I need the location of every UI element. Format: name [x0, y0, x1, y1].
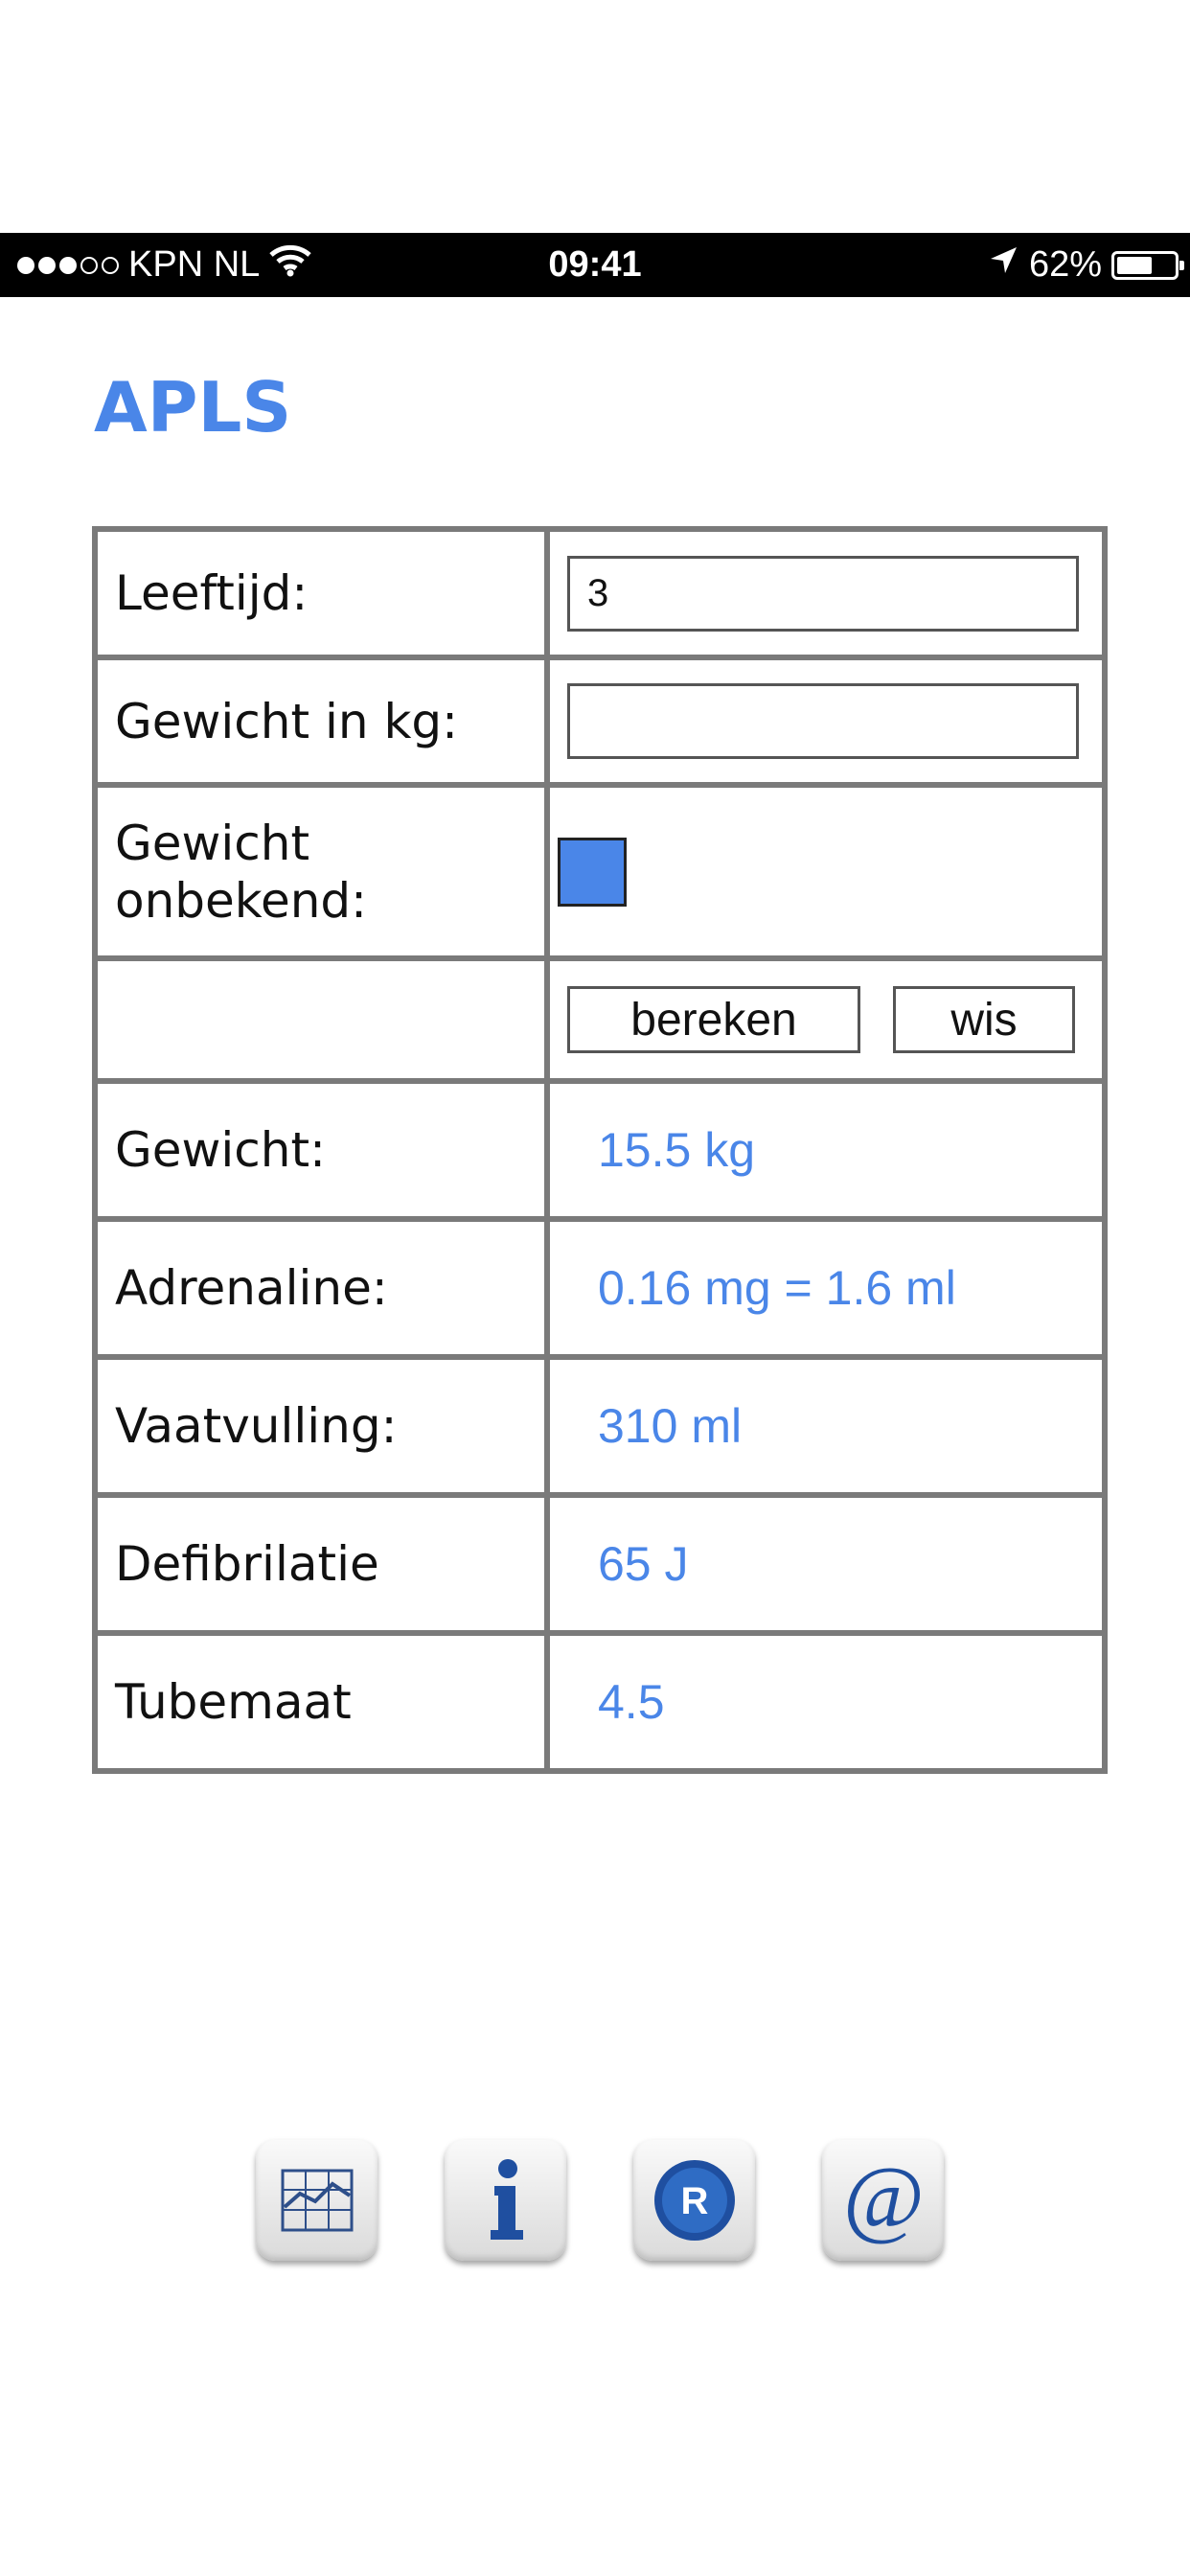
- weight-unknown-label: Gewicht onbekend:: [95, 785, 547, 958]
- table-row-weight: Gewicht in kg:: [95, 657, 1105, 785]
- table-row-actions: bereken wis: [95, 958, 1105, 1081]
- weight-input[interactable]: [567, 683, 1079, 759]
- battery-percentage: 62%: [1028, 244, 1102, 285]
- status-bar: KPN NL 09:41 62%: [0, 233, 1190, 297]
- result-row: Tubemaat 4.5: [95, 1633, 1105, 1771]
- result-row: Gewicht: 15.5 kg: [95, 1081, 1105, 1219]
- result-row: Vaatvulling: 310 ml: [95, 1357, 1105, 1495]
- weight-unknown-label-line1: Gewicht: [115, 815, 310, 871]
- table-row-age: Leeftijd: 3: [95, 529, 1105, 657]
- clear-button[interactable]: wis: [893, 986, 1075, 1053]
- result-defibrillation-label: Defibrilatie: [95, 1495, 547, 1633]
- result-weight-value: 15.5 kg: [547, 1081, 1105, 1219]
- result-row: Adrenaline: 0.16 mg = 1.6 ml: [95, 1219, 1105, 1357]
- bottom-icon-bar: R @: [256, 2139, 944, 2261]
- status-bar-right: 62%: [987, 233, 1184, 297]
- action-buttons: bereken wis: [567, 986, 1085, 1053]
- weight-label: Gewicht in kg:: [95, 657, 547, 785]
- chart-icon[interactable]: [256, 2139, 378, 2261]
- age-label: Leeftijd:: [95, 529, 547, 657]
- apls-form-table: Leeftijd: 3 Gewicht in kg: Gewicht onbek…: [92, 526, 1108, 1774]
- age-cell: 3: [547, 529, 1105, 657]
- table-row-weight-unknown: Gewicht onbekend:: [95, 785, 1105, 958]
- result-fluid-value: 310 ml: [547, 1357, 1105, 1495]
- location-arrow-icon: [987, 244, 1019, 287]
- result-row: Defibrilatie 65 J: [95, 1495, 1105, 1633]
- weight-cell: [547, 657, 1105, 785]
- actions-empty-cell: [95, 958, 547, 1081]
- result-tube-size-label: Tubemaat: [95, 1633, 547, 1771]
- battery-icon: [1111, 250, 1184, 280]
- result-weight-label: Gewicht:: [95, 1081, 547, 1219]
- page-title: APLS: [94, 367, 292, 448]
- actions-cell: bereken wis: [547, 958, 1105, 1081]
- svg-text:@: @: [842, 2154, 924, 2246]
- calculate-button[interactable]: bereken: [567, 986, 860, 1053]
- weight-unknown-cell: [547, 785, 1105, 958]
- result-fluid-label: Vaatvulling:: [95, 1357, 547, 1495]
- weight-unknown-checkbox[interactable]: [558, 837, 627, 907]
- svg-text:R: R: [680, 2180, 708, 2222]
- info-icon[interactable]: [445, 2139, 566, 2261]
- age-input[interactable]: 3: [567, 555, 1079, 632]
- result-tube-size-value: 4.5: [547, 1633, 1105, 1771]
- result-adrenaline-label: Adrenaline:: [95, 1219, 547, 1357]
- email-at-icon[interactable]: @: [822, 2139, 944, 2261]
- result-defibrillation-value: 65 J: [547, 1495, 1105, 1633]
- weight-unknown-label-line2: onbekend:: [115, 872, 367, 929]
- battery-level-fill: [1117, 256, 1152, 274]
- result-adrenaline-value: 0.16 mg = 1.6 ml: [547, 1219, 1105, 1357]
- registered-icon[interactable]: R: [633, 2139, 755, 2261]
